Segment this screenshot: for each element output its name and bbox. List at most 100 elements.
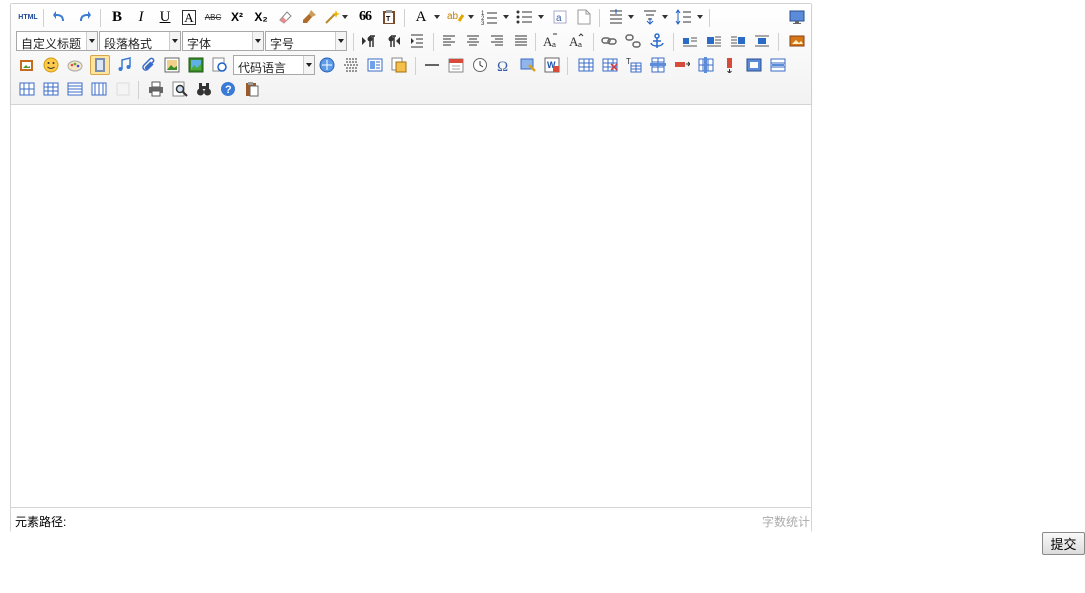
align-left-icon[interactable] [439,31,459,51]
delete-table-icon[interactable] [600,55,620,75]
paragraph-format-select[interactable]: 段落格式 [99,31,181,51]
format-brush-icon[interactable] [299,7,319,27]
insert-image-icon[interactable] [787,31,807,51]
font-color-dropdown-icon[interactable] [434,15,440,19]
subscript-label: X₂ [254,10,268,24]
insert-row-icon[interactable] [648,55,668,75]
eraser-icon[interactable] [275,7,295,27]
font-border-button[interactable]: A [179,7,199,27]
insert-table-icon[interactable] [576,55,596,75]
delete-row-icon[interactable] [672,55,692,75]
drafts-icon[interactable] [242,79,262,99]
split-to-cols-icon[interactable] [89,79,109,99]
indent-icon[interactable] [407,31,427,51]
insert-column-icon[interactable] [696,55,716,75]
snapscreen-icon[interactable] [518,55,538,75]
delete-column-icon[interactable] [720,55,740,75]
multi-image-icon[interactable] [17,55,37,75]
auto-typeset-icon[interactable] [323,7,341,27]
split-to-rows-icon[interactable] [65,79,85,99]
blank-page-icon[interactable] [574,7,594,27]
preview-icon[interactable] [170,79,190,99]
merge-cells-icon[interactable] [744,55,764,75]
bold-button[interactable]: B [107,7,127,27]
row-spacing-bottom-dropdown-icon[interactable] [662,15,668,19]
ltr-direction-icon[interactable] [359,31,379,51]
insert-video-icon[interactable] [90,55,110,75]
align-center-icon[interactable] [463,31,483,51]
fullscreen-icon[interactable] [787,7,807,27]
scrawl-icon[interactable] [65,55,85,75]
italic-button[interactable]: I [131,7,151,27]
uppercase-icon[interactable]: Aa [541,31,561,51]
background-icon[interactable] [389,55,409,75]
date-icon[interactable] [446,55,466,75]
link-icon[interactable] [599,31,619,51]
print-icon[interactable] [146,79,166,99]
highlight-color-icon[interactable]: ab [446,7,466,27]
help-icon[interactable]: ? [218,79,238,99]
code-language-select[interactable]: 代码语言 [233,55,315,75]
auto-typeset-dropdown-icon[interactable] [342,15,348,19]
align-right-icon[interactable] [487,31,507,51]
emoticon-icon[interactable] [41,55,61,75]
unlink-icon[interactable] [623,31,643,51]
row-spacing-top-dropdown-icon[interactable] [628,15,634,19]
insert-frame-icon[interactable] [210,55,230,75]
separator [404,9,405,27]
image-center-icon[interactable] [752,31,772,51]
text-direction-icon[interactable]: a [550,7,570,27]
font-color-button[interactable]: A [411,7,431,27]
horizontal-rule-icon[interactable] [422,55,442,75]
split-to-cells-icon[interactable] [41,79,61,99]
page-break-icon[interactable] [341,55,361,75]
line-height-icon[interactable] [674,7,694,27]
attachment-icon[interactable] [138,55,158,75]
map-icon[interactable] [186,55,206,75]
row-spacing-bottom-icon[interactable] [640,7,660,27]
template-icon[interactable] [365,55,385,75]
undo-button[interactable] [50,7,70,27]
ordered-list-icon[interactable]: 123 [480,7,500,27]
row-spacing-top-icon[interactable] [606,7,626,27]
merge-down-icon[interactable] [17,79,37,99]
html-source-button[interactable]: HTML [17,7,39,27]
special-chars-icon[interactable]: Ω [494,55,514,75]
align-justify-icon[interactable] [511,31,531,51]
music-icon[interactable] [114,55,134,75]
blockquote-button[interactable]: 66 [355,7,375,27]
image-left-icon[interactable] [704,31,724,51]
ordered-list-dropdown-icon[interactable] [503,15,509,19]
image-manager-icon[interactable] [162,55,182,75]
merge-right-icon[interactable] [768,55,788,75]
bold-label: B [111,8,122,25]
line-height-dropdown-icon[interactable] [697,15,703,19]
strikethrough-button[interactable]: ABC [203,7,223,27]
web-app-icon[interactable] [317,55,337,75]
word-image-icon[interactable]: W [542,55,562,75]
underline-button[interactable]: U [155,7,175,27]
lowercase-icon[interactable]: Aa [567,31,587,51]
custom-title-select[interactable]: 自定义标题 [16,31,98,51]
insert-paragraph-before-table-icon[interactable]: T [624,55,644,75]
anchor-icon[interactable] [647,31,667,51]
highlight-dropdown-icon[interactable] [468,15,474,19]
time-icon[interactable] [470,55,490,75]
chart-icon[interactable] [113,79,133,99]
editor-content-area[interactable] [11,105,811,507]
submit-button[interactable]: 提交 [1042,532,1085,555]
font-family-select[interactable]: 字体 [182,31,264,51]
subscript-button[interactable]: X₂ [251,7,271,27]
image-right-icon[interactable] [728,31,748,51]
image-none-icon[interactable] [680,31,700,51]
paste-plain-icon[interactable]: T [379,7,399,27]
superscript-button[interactable]: X² [227,7,247,27]
search-replace-icon[interactable] [194,79,214,99]
font-size-select[interactable]: 字号 [265,31,347,51]
separator [673,33,674,51]
redo-button[interactable] [74,7,94,27]
unordered-list-dropdown-icon[interactable] [538,15,544,19]
svg-text:?: ? [225,84,232,96]
rtl-direction-icon[interactable] [383,31,403,51]
unordered-list-icon[interactable] [515,7,535,27]
